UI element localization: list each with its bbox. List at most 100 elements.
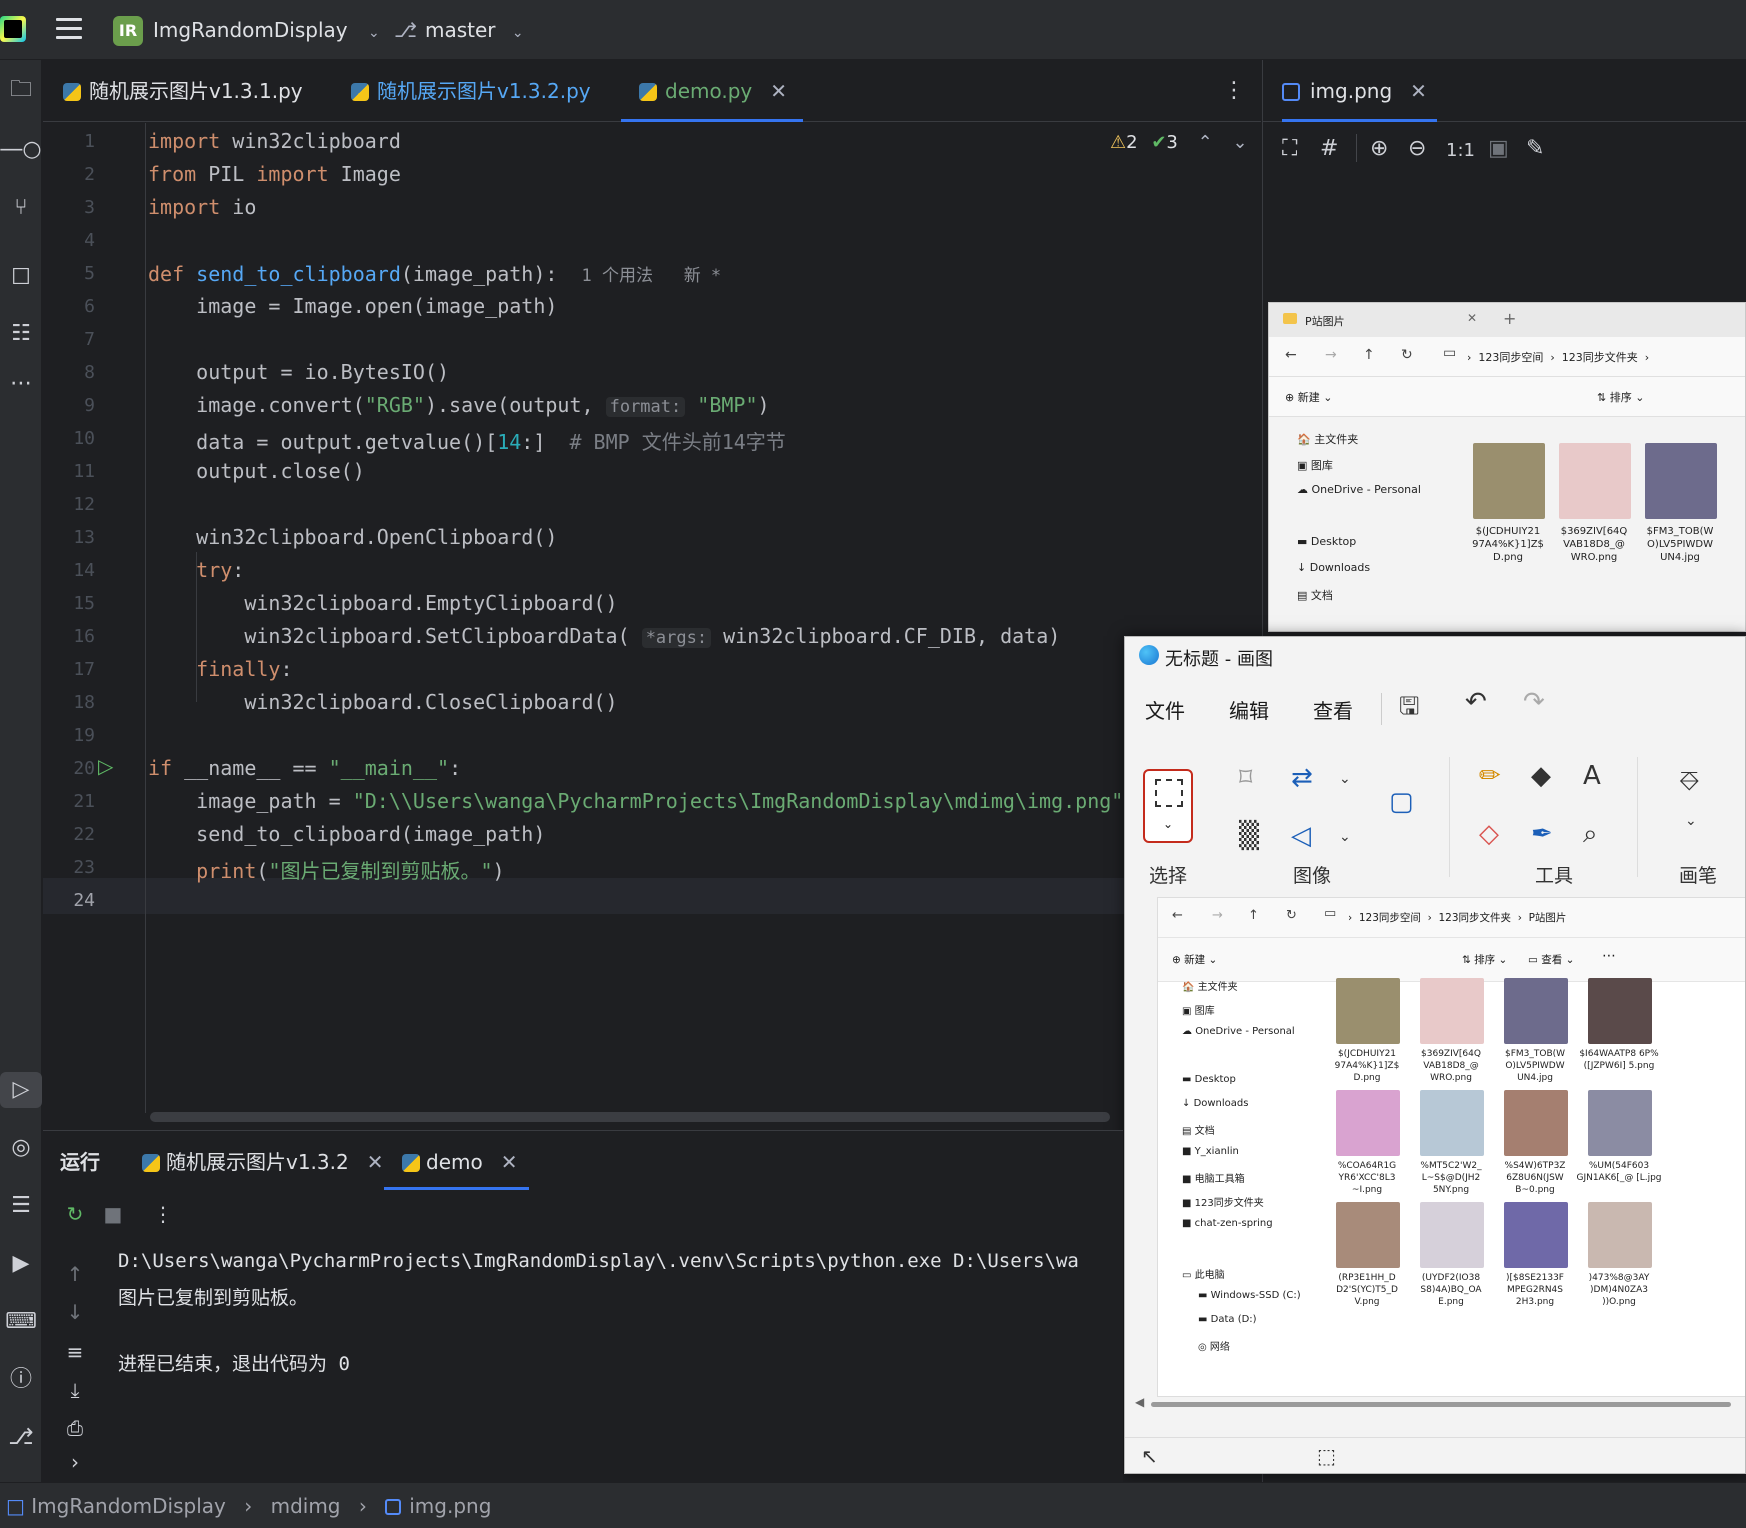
actual-size-button[interactable]: 1:1 — [1446, 140, 1475, 161]
line-number: 3 — [84, 197, 95, 218]
color-picker-icon[interactable]: ✒ — [1531, 819, 1553, 849]
redo-icon[interactable]: ↷ — [1523, 687, 1545, 717]
sidebar-item: 🏠 主文件夹 — [1182, 982, 1238, 993]
image-select-icon[interactable]: ▒ — [1239, 821, 1259, 851]
code-line-15: win32clipboard.EmptyClipboard() — [244, 591, 618, 615]
text-icon[interactable]: A — [1583, 761, 1601, 791]
soft-wrap-icon[interactable]: ≡ — [60, 1340, 90, 1364]
usages-hint[interactable]: 1 个用法 新 * — [582, 266, 722, 286]
magnifier-icon[interactable]: ⌕ — [1583, 819, 1598, 850]
breadcrumb-folder[interactable]: mdimg — [271, 1494, 341, 1518]
structure-icon[interactable]: ☷ — [0, 316, 42, 352]
chevron-up-icon[interactable]: ⌃ — [1198, 132, 1213, 153]
fill-icon[interactable]: ◆ — [1531, 761, 1551, 791]
python-console-icon[interactable]: ◎ — [0, 1130, 42, 1166]
branch-selector[interactable]: master ⌄ — [425, 18, 524, 42]
color-picker-icon[interactable]: ✎ — [1526, 136, 1544, 161]
sidebar-item: ▤ 文档 — [1297, 589, 1333, 602]
breadcrumb-file[interactable]: img.png — [409, 1494, 491, 1518]
scroll-left-icon[interactable]: ◀ — [1135, 1395, 1144, 1409]
chevron-down-icon[interactable]: ⌄ — [1232, 132, 1247, 153]
fit-window-icon[interactable]: ▣ — [1488, 136, 1509, 161]
folder-icon[interactable]: 🗀 — [0, 72, 42, 108]
sort-button: ⇅ 排序 ⌄ — [1597, 391, 1645, 404]
resize-icon[interactable]: ⇄ — [1291, 763, 1313, 793]
scroll-down-icon[interactable]: ↓ — [60, 1300, 90, 1324]
commit-icon[interactable]: ―○ — [0, 132, 42, 168]
file-thumbnail — [1420, 1090, 1484, 1156]
expand-icon[interactable]: › — [60, 1450, 90, 1474]
tab-img-png[interactable]: img.png ✕ — [1282, 60, 1437, 122]
file-thumbnail — [1504, 1202, 1568, 1268]
run-tab-demo[interactable]: demo ✕ — [384, 1144, 530, 1190]
sidebar-item: ▣ 图库 — [1182, 1006, 1215, 1017]
scroll-up-icon[interactable]: ↑ — [60, 1262, 90, 1286]
menu-file[interactable]: 文件 — [1145, 695, 1185, 724]
code-line-13: win32clipboard.OpenClipboard() — [196, 525, 558, 549]
chevron-down-icon[interactable]: ⌄ — [1685, 813, 1697, 829]
pull-request-icon[interactable]: ⑂ — [0, 190, 42, 226]
eraser-icon[interactable]: ◇ — [1479, 819, 1499, 849]
chevron-down-icon[interactable]: ⌄ — [1339, 829, 1351, 845]
inspection-widget[interactable]: ⚠2 ✔3 ⌃ ⌄ — [1110, 132, 1248, 153]
chevron-down-icon[interactable]: ⌄ — [1339, 771, 1351, 787]
layers-icon[interactable]: ☰ — [0, 1188, 42, 1224]
file-name: $I64WAATP8 6P%([JZPW6I] 5.png — [1579, 1049, 1659, 1071]
tab-v132[interactable]: 随机展示图片v1.3.2.py — [351, 60, 591, 122]
undo-icon[interactable]: ↶ — [1465, 687, 1487, 717]
scroll-thumb[interactable] — [1151, 1402, 1731, 1407]
line-number: 18 — [73, 692, 95, 713]
tab-v131[interactable]: 随机展示图片v1.3.1.py — [63, 60, 303, 122]
file-name: %UM(54F603 GJN1AK6[_@ [L.jpg — [1576, 1161, 1662, 1183]
breadcrumb-project[interactable]: ImgRandomDisplay — [31, 1494, 226, 1518]
menu-edit[interactable]: 编辑 — [1229, 695, 1269, 724]
paint-canvas[interactable]: ← → ↑ ↻ ▭ › 123同步空间 › 123同步文件夹 › P站图片 ⊕ … — [1157, 897, 1745, 1397]
fit-screen-icon[interactable]: ⛶ — [1282, 136, 1297, 161]
python-file-icon — [402, 1154, 420, 1172]
tab-demo[interactable]: demo.py ✕ — [621, 60, 804, 122]
rerun-icon[interactable]: ↻ — [60, 1202, 90, 1226]
pencil-icon[interactable]: ✏ — [1479, 761, 1501, 791]
save-icon[interactable]: 🖫 — [1399, 689, 1419, 730]
close-icon[interactable]: ✕ — [770, 79, 787, 103]
bookmark-icon[interactable]: ☐ — [0, 260, 42, 296]
paint-status-bar: ↖ ⬚ — [1125, 1437, 1745, 1473]
code-line-5: def send_to_clipboard(image_path): 1 个用法… — [148, 262, 722, 286]
print-icon[interactable]: ⎙ — [60, 1416, 90, 1440]
run-gutter-icon[interactable]: ▷ — [98, 754, 113, 778]
image-recognize-icon[interactable]: ▢ — [1389, 787, 1414, 817]
rotate-icon[interactable]: ◁ — [1291, 821, 1311, 851]
more-vertical-icon[interactable]: ⋮ — [1223, 78, 1245, 103]
scroll-to-end-icon[interactable]: ⤓ — [60, 1378, 90, 1402]
main-menu-icon[interactable] — [56, 18, 82, 40]
canvas-scrollbar[interactable]: ◀ — [1135, 1395, 1735, 1411]
grid-icon[interactable]: # — [1320, 136, 1338, 161]
brush-icon[interactable]: ⎑ — [1679, 767, 1700, 798]
run-tab-v132[interactable]: 随机展示图片v1.3.2 ✕ — [142, 1144, 384, 1190]
git-icon[interactable]: ⎇ — [0, 1420, 42, 1456]
stop-icon[interactable]: ■ — [98, 1202, 128, 1226]
back-icon: ← — [1285, 347, 1297, 363]
run-icon[interactable]: ▷ — [0, 1072, 42, 1108]
chevron-down-icon: ⌄ — [511, 25, 524, 41]
crop-icon[interactable]: ⌑ — [1239, 763, 1252, 793]
project-selector[interactable]: ImgRandomDisplay ⌄ — [153, 18, 380, 42]
more-icon[interactable]: ⋯ — [0, 366, 42, 402]
code-line-8: output = io.BytesIO() — [196, 360, 450, 384]
select-tool-button[interactable]: ⌄ — [1143, 769, 1193, 843]
group-brush-label: 画笔 — [1679, 865, 1718, 887]
terminal-icon[interactable]: ⌨ — [0, 1304, 42, 1340]
problems-icon[interactable]: ⓘ — [0, 1362, 42, 1398]
menu-view[interactable]: 查看 — [1313, 695, 1353, 724]
file-thumbnail — [1504, 1090, 1568, 1156]
paint-title: 无标题 - 画图 — [1165, 649, 1273, 670]
close-icon[interactable]: ✕ — [367, 1150, 384, 1174]
horizontal-scrollbar[interactable] — [150, 1112, 1110, 1122]
zoom-out-icon[interactable]: ⊖ — [1408, 136, 1426, 161]
zoom-in-icon[interactable]: ⊕ — [1370, 136, 1388, 161]
code-line-3: import io — [148, 195, 257, 219]
more-vertical-icon[interactable]: ⋮ — [148, 1202, 178, 1226]
close-icon[interactable]: ✕ — [501, 1150, 518, 1174]
services-icon[interactable]: ▶ — [0, 1246, 42, 1282]
close-icon[interactable]: ✕ — [1410, 79, 1427, 103]
